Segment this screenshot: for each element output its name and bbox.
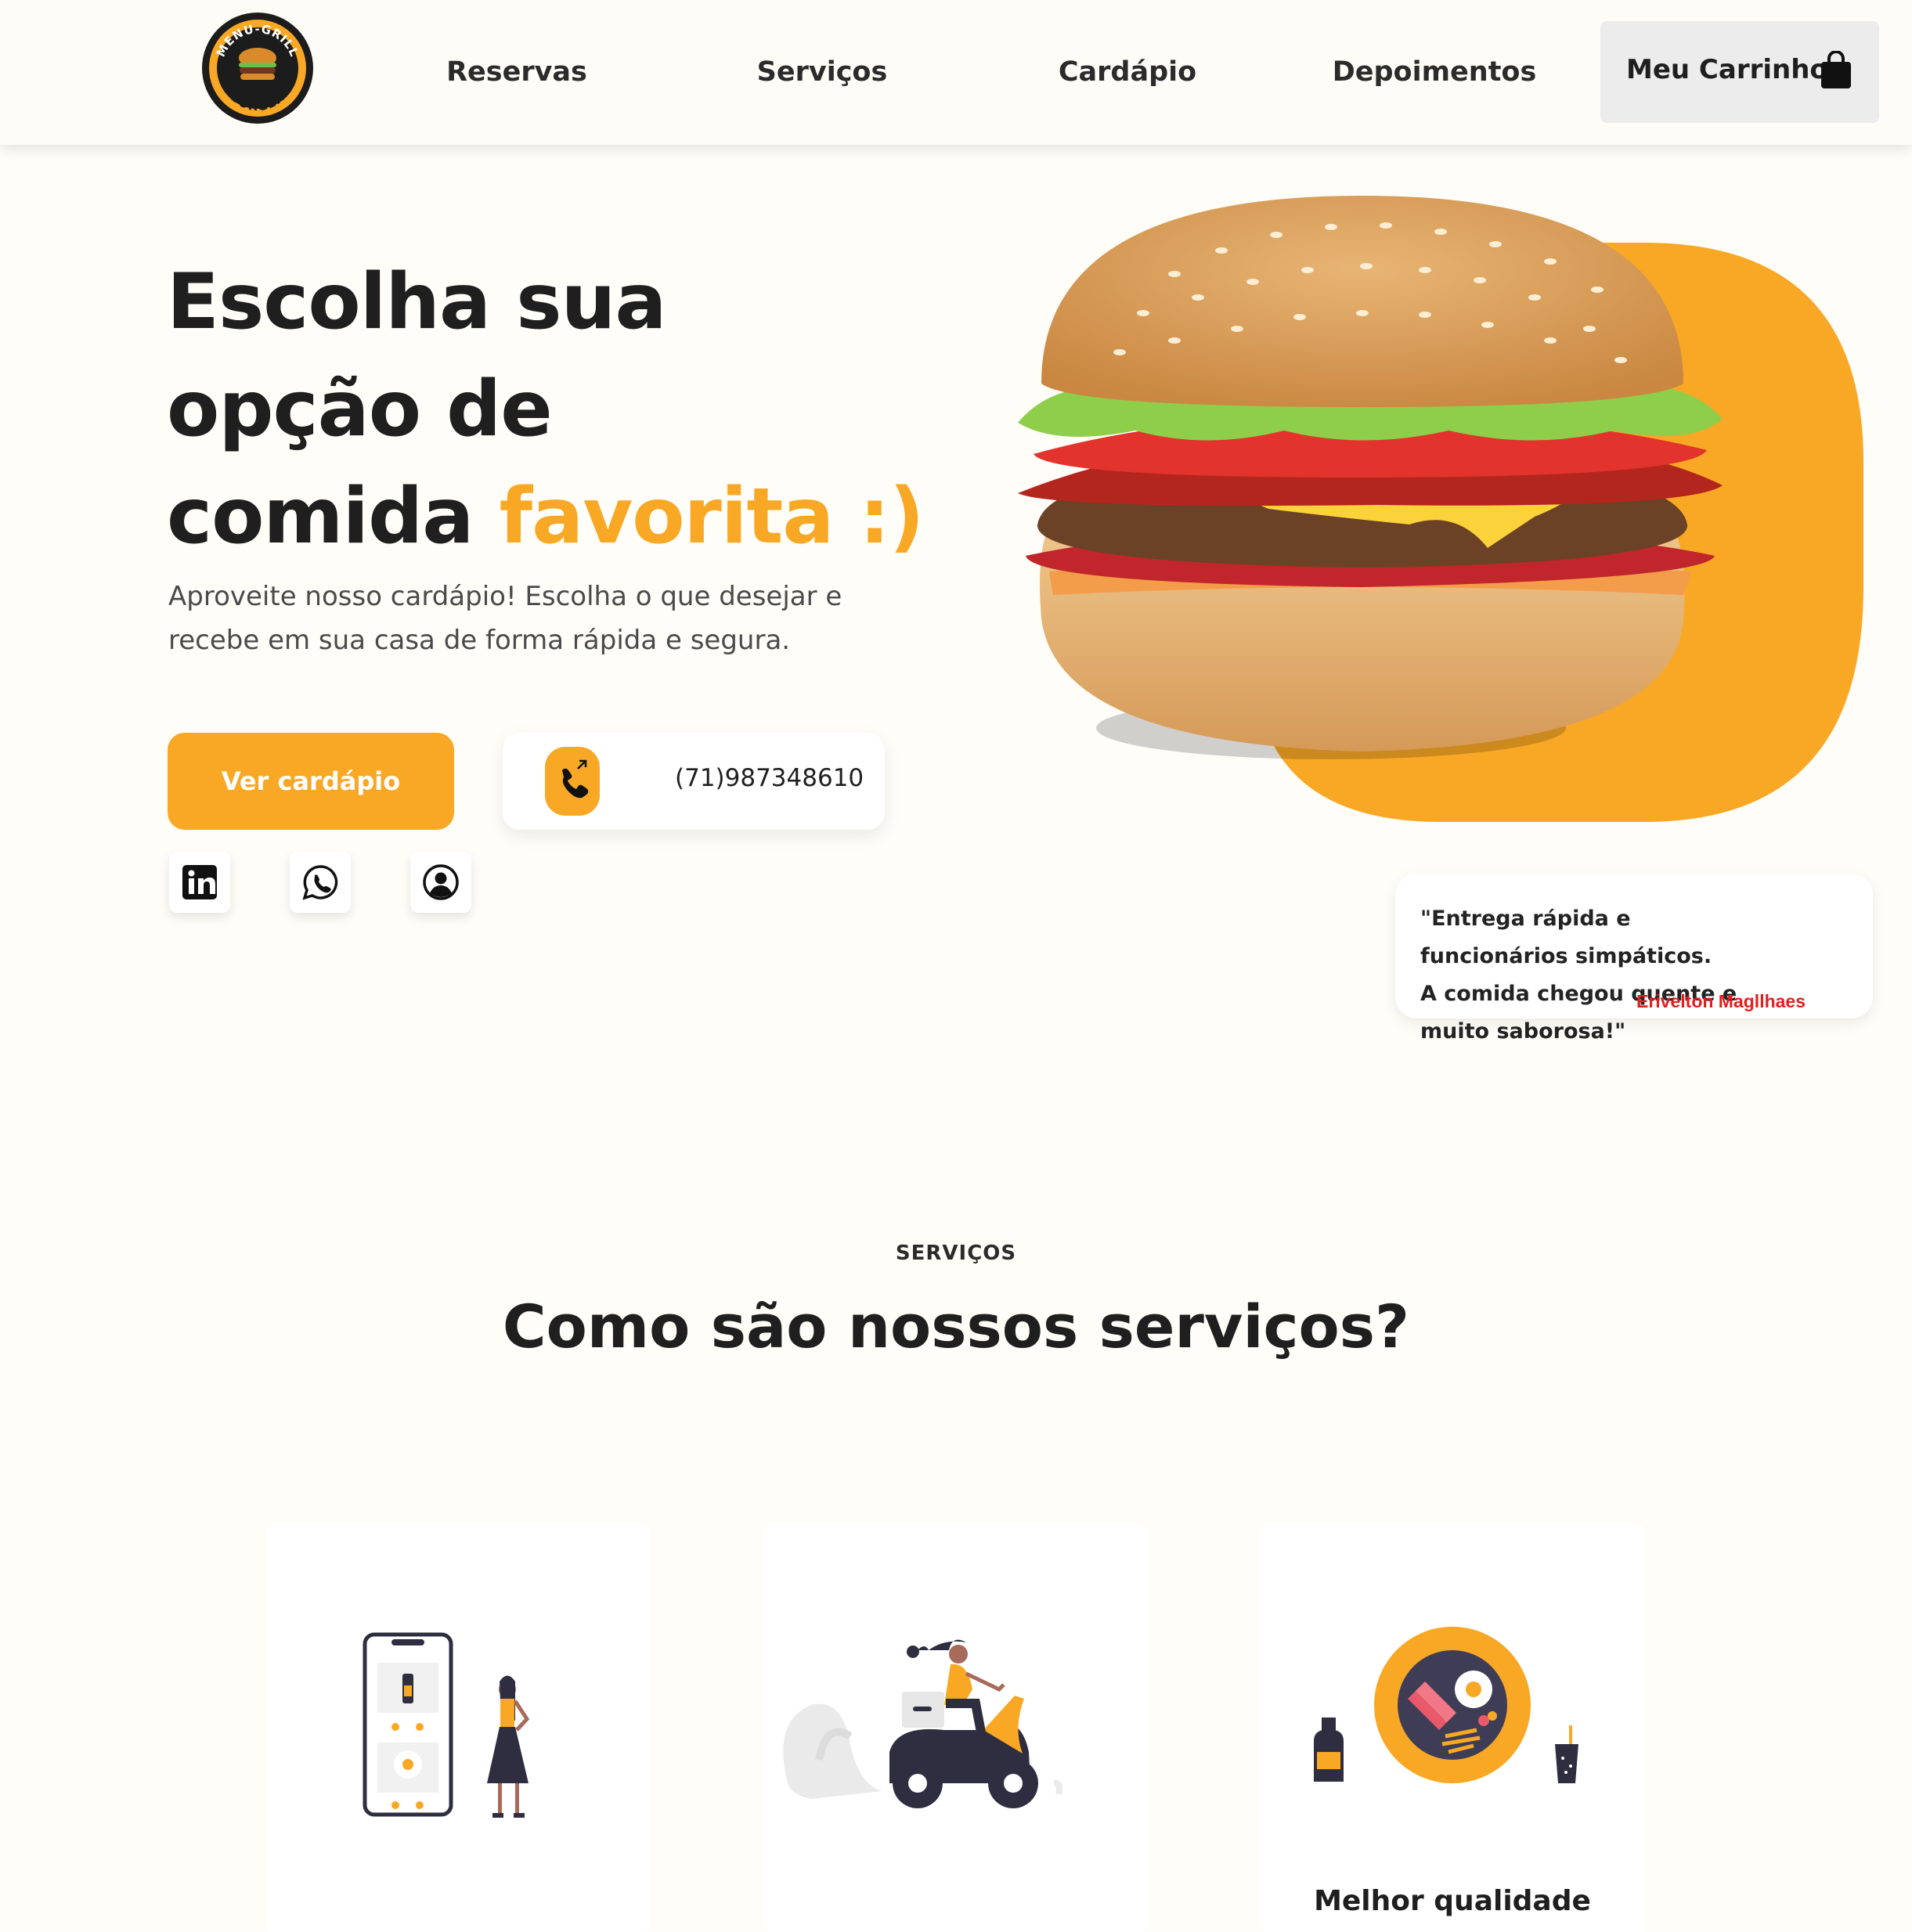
nav-servicos[interactable]: Serviços: [744, 49, 900, 96]
nav-cardapio[interactable]: Cardápio: [1049, 49, 1206, 96]
shopping-bag-icon: [1821, 51, 1851, 88]
phone-contact-card[interactable]: (71)987348610: [503, 733, 885, 830]
user-profile-icon: [423, 864, 459, 900]
section-tag: SERVIÇOS: [895, 1242, 1017, 1265]
nav-reservas[interactable]: Reservas: [438, 49, 595, 96]
profile-link[interactable]: [410, 852, 471, 913]
mobile-order-illustration: [363, 1632, 530, 1818]
nav-depoimentos[interactable]: Depoimentos: [1331, 49, 1538, 96]
hero-title-line-2: opção de: [167, 365, 553, 454]
scooter-delivery-illustration: [783, 1639, 1063, 1808]
cart-label: Meu Carrinho: [1626, 54, 1828, 85]
testimonial-author: Erivelton Magllhaes: [1636, 991, 1806, 1011]
section-title: Como são nossos serviços?: [502, 1292, 1410, 1361]
phone-call-icon: [545, 747, 600, 816]
whatsapp-link[interactable]: [290, 852, 351, 913]
hero-title-line-3: comida favorita :): [167, 463, 950, 571]
hero-title-accent: favorita :): [499, 472, 925, 561]
hero-subtitle: Aproveite nosso cardápio! Escolha o que …: [168, 581, 842, 656]
service-card-order: [266, 1525, 650, 1932]
hero-burger-image: [1018, 196, 1863, 822]
service-card-quality: Melhor qualidade: [1261, 1525, 1644, 1932]
site-header: MENU-GRILL BURGER Reservas Serviços Card…: [0, 0, 1912, 145]
testimonial-quote: "Entrega rápida e funcionários simpático…: [1420, 907, 1737, 1043]
service-card-delivery: [764, 1525, 1148, 1932]
hero-title-line-1: Escolha sua: [167, 258, 667, 347]
food-plate-illustration: [1314, 1627, 1578, 1783]
view-menu-button[interactable]: Ver cardápio: [168, 733, 454, 830]
phone-number: (71)987348610: [675, 764, 864, 792]
linkedin-link[interactable]: [169, 852, 230, 913]
whatsapp-icon: [302, 865, 338, 900]
hero-title-plain: comida: [167, 472, 474, 561]
cart-button[interactable]: Meu Carrinho: [1600, 21, 1879, 123]
menu-grill-burger-logo[interactable]: MENU-GRILL BURGER: [200, 11, 315, 125]
linkedin-icon: [182, 865, 217, 899]
hero-title: Escolha sua opção de comida favorita :): [167, 249, 950, 571]
testimonial-card: "Entrega rápida e funcionários simpático…: [1395, 874, 1873, 1043]
